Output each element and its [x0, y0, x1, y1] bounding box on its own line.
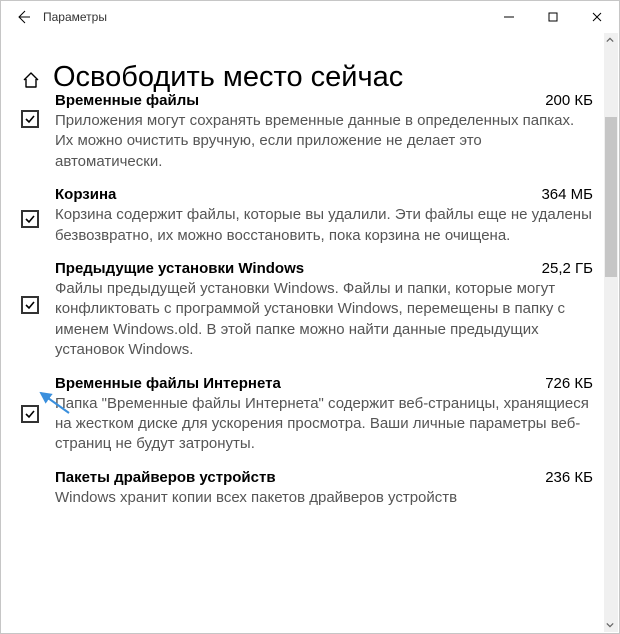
item-desc: Файлы предыдущей установки Windows. Файл…: [55, 279, 593, 361]
cleanup-item: Пакеты драйверов устройств 236 КБ Window…: [21, 469, 599, 508]
back-button[interactable]: [9, 1, 37, 33]
checkbox[interactable]: [21, 296, 39, 314]
cleanup-item: Временные файлы 200 КБ Приложения могут …: [21, 92, 599, 172]
item-size: 25,2 ГБ: [542, 260, 593, 277]
item-size: 364 МБ: [541, 186, 593, 203]
item-size: 200 КБ: [545, 92, 593, 109]
maximize-button[interactable]: [531, 1, 575, 33]
checkbox[interactable]: [21, 110, 39, 128]
item-title: Корзина: [55, 186, 529, 203]
page-header: Освободить место сейчас: [21, 61, 599, 94]
window-controls: [487, 1, 619, 33]
cleanup-list: Временные файлы 200 КБ Приложения могут …: [21, 92, 599, 508]
scroll-up-icon[interactable]: [603, 33, 617, 47]
checkbox[interactable]: [21, 210, 39, 228]
scrollbar-track[interactable]: [604, 33, 618, 632]
scroll-down-icon[interactable]: [603, 618, 617, 632]
window-title: Параметры: [43, 10, 107, 24]
item-desc: Корзина содержит файлы, которые вы удали…: [55, 205, 593, 246]
home-icon[interactable]: [21, 70, 43, 92]
item-title: Временные файлы Интернета: [55, 375, 533, 392]
checkbox[interactable]: [21, 405, 39, 423]
item-size: 236 КБ: [545, 469, 593, 486]
scrollbar-thumb[interactable]: [605, 117, 617, 277]
item-title: Предыдущие установки Windows: [55, 260, 530, 277]
item-desc: Приложения могут сохранять временные дан…: [55, 111, 593, 172]
item-title: Временные файлы: [55, 92, 533, 109]
minimize-button[interactable]: [487, 1, 531, 33]
cleanup-item: Временные файлы Интернета 726 КБ Папка "…: [21, 375, 599, 455]
item-desc: Папка "Временные файлы Интернета" содерж…: [55, 394, 593, 455]
settings-window: Параметры Освободить место сейчас: [0, 0, 620, 634]
close-button[interactable]: [575, 1, 619, 33]
cleanup-item: Предыдущие установки Windows 25,2 ГБ Фай…: [21, 260, 599, 361]
item-size: 726 КБ: [545, 375, 593, 392]
page-title: Освободить место сейчас: [53, 61, 403, 94]
titlebar: Параметры: [1, 1, 619, 33]
content-area: Освободить место сейчас Временные файлы …: [1, 61, 619, 508]
cleanup-item: Корзина 364 МБ Корзина содержит файлы, к…: [21, 186, 599, 246]
item-title: Пакеты драйверов устройств: [55, 469, 533, 486]
item-desc: Windows хранит копии всех пакетов драйве…: [55, 488, 593, 508]
